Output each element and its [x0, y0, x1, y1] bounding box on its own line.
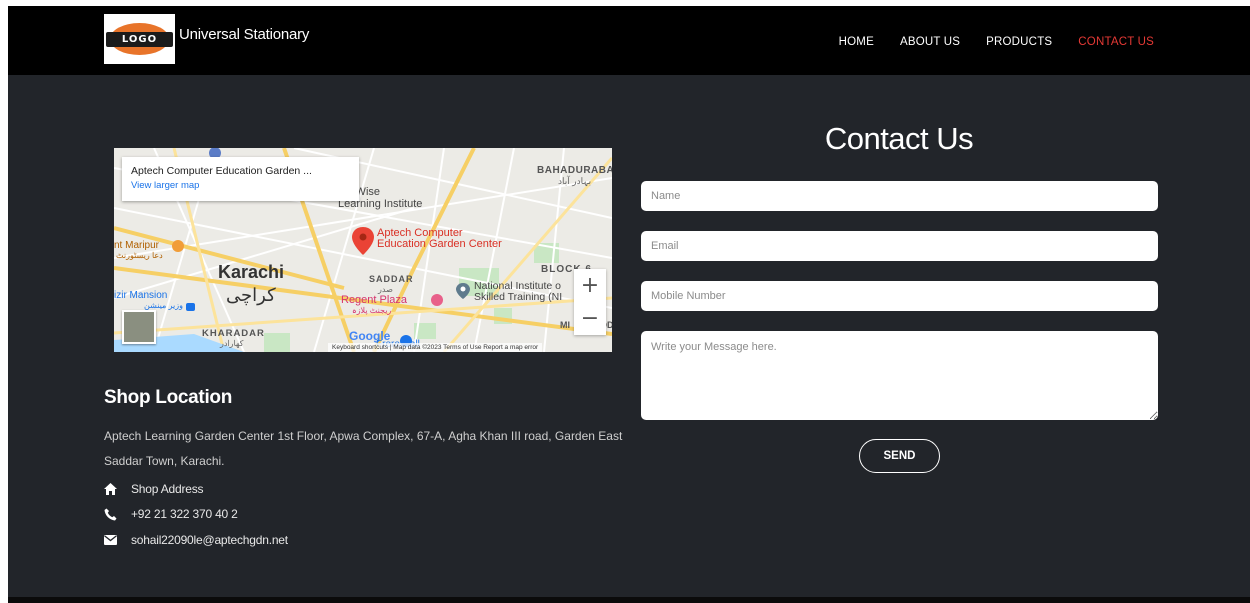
view-larger-map-link[interactable]: View larger map — [131, 180, 350, 191]
map-label-bahadurabad-urdu: بہادر آباد — [558, 176, 592, 186]
map-label-kharadar: KHARADAR — [202, 328, 265, 339]
map-label-bahadurabad: BAHADURABA — [537, 165, 612, 176]
map-label-regent-plaza-urdu: ریجنٹ پلازہ — [352, 306, 392, 315]
map-label-maripur-urdu: دعا ریسٹورنٹ — [116, 251, 163, 260]
shop-email-row: sohail22090le@aptechgdn.net — [104, 533, 288, 547]
map-label-aptech-2: Education Garden Center — [377, 238, 502, 250]
map-label-national-institute-2: Skilled Training (NI — [474, 291, 563, 303]
shop-phone[interactable]: +92 21 322 370 40 2 — [131, 507, 238, 521]
nav-products[interactable]: PRODUCTS — [986, 36, 1052, 48]
footer-strip — [8, 597, 1250, 603]
home-icon — [104, 483, 117, 495]
contact-us-heading: Contact Us — [824, 121, 974, 156]
map-zoom-control: + − — [574, 269, 606, 335]
email-input[interactable] — [641, 231, 1158, 261]
zoom-out-button[interactable]: − — [574, 302, 606, 335]
page-frame: LOGO Universal Stationary HOME ABOUT US … — [8, 6, 1250, 597]
message-textarea[interactable] — [641, 331, 1158, 420]
embedded-map[interactable]: BAHADURABA بہادر آباد v Wise Learning In… — [114, 148, 612, 352]
satellite-toggle[interactable] — [122, 310, 156, 344]
shop-email[interactable]: sohail22090le@aptechgdn.net — [131, 533, 288, 547]
nav-home[interactable]: HOME — [839, 36, 874, 48]
map-label-karachi: Karachi — [218, 262, 285, 282]
map-place-card: Aptech Computer Education Garden ... Vie… — [122, 157, 359, 201]
map-label-maripur: nt Maripur — [114, 240, 160, 251]
logo-text: LOGO — [121, 34, 158, 45]
map-label-vizier-urdu: وزیر مینشن — [144, 301, 183, 310]
shop-phone-row: +92 21 322 370 40 2 — [104, 507, 238, 521]
map-label-vizier-mansion: izir Mansion — [114, 290, 168, 301]
map-label-mi: MI — [560, 320, 570, 330]
nav-about-us[interactable]: ABOUT US — [900, 36, 960, 48]
shop-address-label: Shop Address — [131, 482, 204, 496]
shop-description: Aptech Learning Garden Center 1st Floor,… — [104, 429, 623, 468]
map-label-saddar: SADDAR — [369, 274, 414, 284]
navbar: LOGO Universal Stationary HOME ABOUT US … — [8, 6, 1250, 75]
map-place-title: Aptech Computer Education Garden ... — [131, 165, 312, 177]
shop-address-row: Shop Address — [104, 482, 204, 496]
logo[interactable]: LOGO — [104, 14, 175, 64]
map-label-kharadar-urdu: کھارادر — [220, 339, 244, 348]
send-button[interactable]: SEND — [859, 439, 940, 473]
map-label-saddar-urdu: صدر — [378, 285, 393, 294]
zoom-in-button[interactable]: + — [574, 269, 606, 302]
envelope-icon — [104, 535, 117, 545]
main-nav: HOME ABOUT US PRODUCTS CONTACT US — [839, 36, 1154, 48]
map-label-regent-plaza: Regent Plaza — [341, 294, 408, 306]
map-footer[interactable]: Keyboard shortcuts | Map data ©2023 Term… — [328, 343, 543, 352]
name-input[interactable] — [641, 181, 1158, 211]
map-label-karachi-urdu: کراچی — [226, 285, 276, 305]
nav-contact-us[interactable]: CONTACT US — [1078, 36, 1154, 48]
phone-icon — [104, 508, 117, 520]
shop-location-heading: Shop Location — [104, 387, 233, 408]
brand-name[interactable]: Universal Stationary — [179, 26, 309, 43]
mobile-number-input[interactable] — [641, 281, 1158, 311]
